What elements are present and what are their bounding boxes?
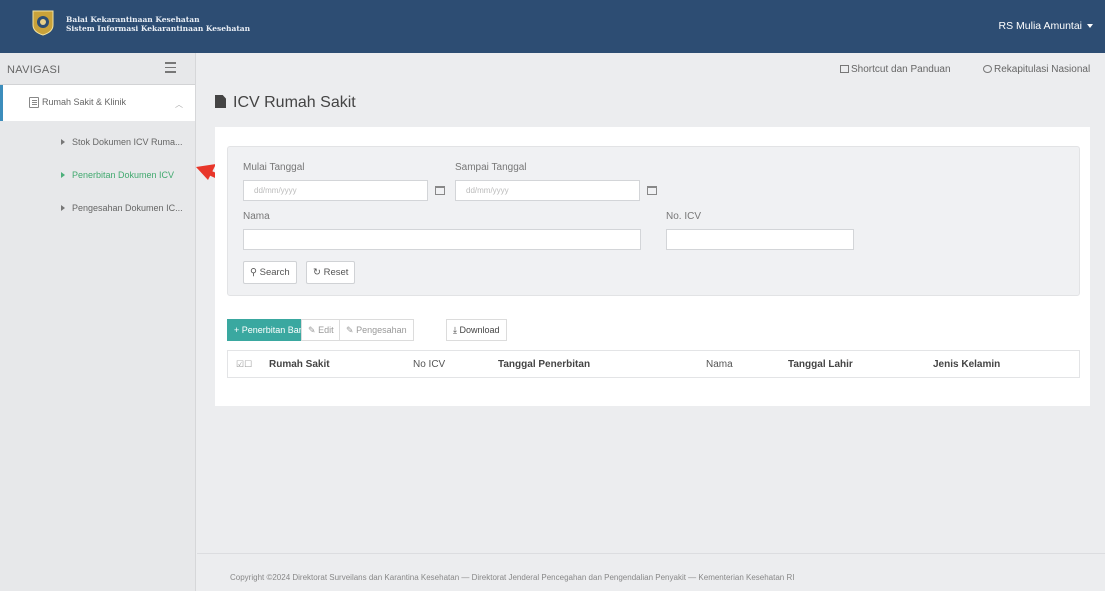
select-all-checkbox[interactable]: ☑☐ — [236, 359, 252, 370]
file-icon — [215, 95, 226, 108]
page-title-text: ICV Rumah Sakit — [233, 94, 356, 111]
calendar-icon[interactable] — [435, 186, 445, 195]
hamburger-menu-icon[interactable] — [165, 62, 176, 74]
user-menu-dropdown[interactable]: RS Mulia Amuntai — [999, 20, 1093, 32]
nama-input[interactable] — [243, 229, 641, 250]
sampai-tanggal-input[interactable]: dd/mm/yyyy — [455, 180, 640, 201]
pengesahan-button-label: Pengesahan — [356, 325, 407, 335]
caret-down-icon — [1087, 24, 1093, 29]
column-header-tanggal-penerbitan[interactable]: Tanggal Penerbitan — [498, 359, 590, 370]
edit-icon: ✎ — [308, 325, 316, 335]
column-header-jenis-kelamin[interactable]: Jenis Kelamin — [933, 359, 1000, 370]
footer-divider — [197, 553, 1105, 554]
reset-button-label: Reset — [323, 267, 349, 278]
external-link-icon — [840, 65, 849, 73]
column-header-nama[interactable]: Nama — [706, 359, 733, 370]
column-header-rumah-sakit[interactable]: Rumah Sakit — [269, 359, 330, 370]
caret-right-icon — [61, 205, 65, 211]
filter-panel: Mulai Tanggal dd/mm/yyyy Sampai Tanggal … — [227, 146, 1080, 296]
mulai-tanggal-input[interactable]: dd/mm/yyyy — [243, 180, 428, 201]
icv-table-header: ☑☐ Rumah Sakit No ICV Tanggal Penerbitan… — [227, 350, 1080, 378]
top-navbar: Balai Kekarantinaan Kesehatan Sistem Inf… — [0, 0, 1105, 53]
chevron-up-icon: ︿ — [175, 100, 183, 109]
sampai-tanggal-label: Sampai Tanggal — [455, 162, 527, 173]
brand-line-1: Balai Kekarantinaan Kesehatan — [66, 15, 200, 24]
sidebar-title: NAVIGASI — [7, 64, 61, 76]
building-icon — [29, 97, 39, 108]
caret-right-icon — [61, 172, 65, 178]
brand-text: Balai Kekarantinaan Kesehatan Sistem Inf… — [66, 15, 250, 33]
shortcut-link[interactable]: Shortcut dan Panduan — [840, 64, 951, 75]
main-card: Mulai Tanggal dd/mm/yyyy Sampai Tanggal … — [215, 127, 1090, 406]
download-icon: ⤓ — [453, 325, 457, 335]
no-icv-input[interactable] — [666, 229, 854, 250]
brand-line-2: Sistem Informasi Kekarantinaan Kesehatan — [66, 24, 251, 33]
nama-label: Nama — [243, 211, 270, 222]
sidebar-item-label: Stok Dokumen ICV Ruma... — [72, 137, 183, 147]
search-icon: ⚲ — [250, 267, 257, 278]
page-title: ICV Rumah Sakit — [215, 94, 356, 112]
column-header-no-icv[interactable]: No ICV — [413, 359, 445, 370]
sidebar-header: NAVIGASI — [0, 53, 195, 85]
sidebar-item-stok-dokumen[interactable]: Stok Dokumen ICV Ruma... — [0, 127, 195, 160]
reset-button[interactable]: ↻ Reset — [306, 261, 356, 284]
rekap-label: Rekapitulasi Nasional — [994, 64, 1091, 75]
sidebar-group-rumah-sakit[interactable]: Rumah Sakit & Klinik ︿ — [0, 85, 195, 121]
check-edit-icon: ✎ — [346, 325, 354, 335]
search-button[interactable]: ⚲ Search — [243, 261, 297, 284]
sidebar: NAVIGASI Rumah Sakit & Klinik ︿ Stok Dok… — [0, 53, 196, 591]
edit-button[interactable]: ✎ Edit — [301, 319, 341, 341]
no-icv-label: No. ICV — [666, 211, 702, 222]
shortcut-label: Shortcut dan Panduan — [851, 64, 951, 75]
mulai-tanggal-label: Mulai Tanggal — [243, 162, 305, 173]
download-button-label: Download — [459, 325, 500, 335]
pengesahan-button[interactable]: ✎ Pengesahan — [339, 319, 414, 341]
sidebar-item-penerbitan-dokumen[interactable]: Penerbitan Dokumen ICV — [0, 160, 195, 193]
edit-button-label: Edit — [318, 325, 334, 335]
search-button-label: Search — [259, 267, 290, 278]
sidebar-item-label: Pengesahan Dokumen IC... — [72, 203, 183, 213]
logo-emblem-icon — [32, 10, 54, 36]
user-name: RS Mulia Amuntai — [998, 20, 1082, 32]
column-header-tanggal-lahir[interactable]: Tanggal Lahir — [788, 359, 853, 370]
caret-right-icon — [61, 139, 65, 145]
rekapitulasi-link[interactable]: Rekapitulasi Nasional — [983, 64, 1090, 75]
refresh-icon: ↻ — [313, 267, 321, 278]
sidebar-item-pengesahan-dokumen[interactable]: Pengesahan Dokumen IC... — [0, 193, 195, 226]
content-topnav: Shortcut dan Panduan Rekapitulasi Nasion… — [197, 53, 1105, 85]
calendar-icon[interactable] — [647, 186, 657, 195]
history-icon — [983, 65, 992, 73]
download-button[interactable]: ⤓ Download — [446, 319, 507, 341]
sidebar-item-label: Penerbitan Dokumen ICV — [72, 170, 175, 180]
sidebar-group-label: Rumah Sakit & Klinik — [42, 97, 127, 107]
footer-copyright: Copyright ©2024 Direktorat Surveilans da… — [230, 573, 795, 582]
